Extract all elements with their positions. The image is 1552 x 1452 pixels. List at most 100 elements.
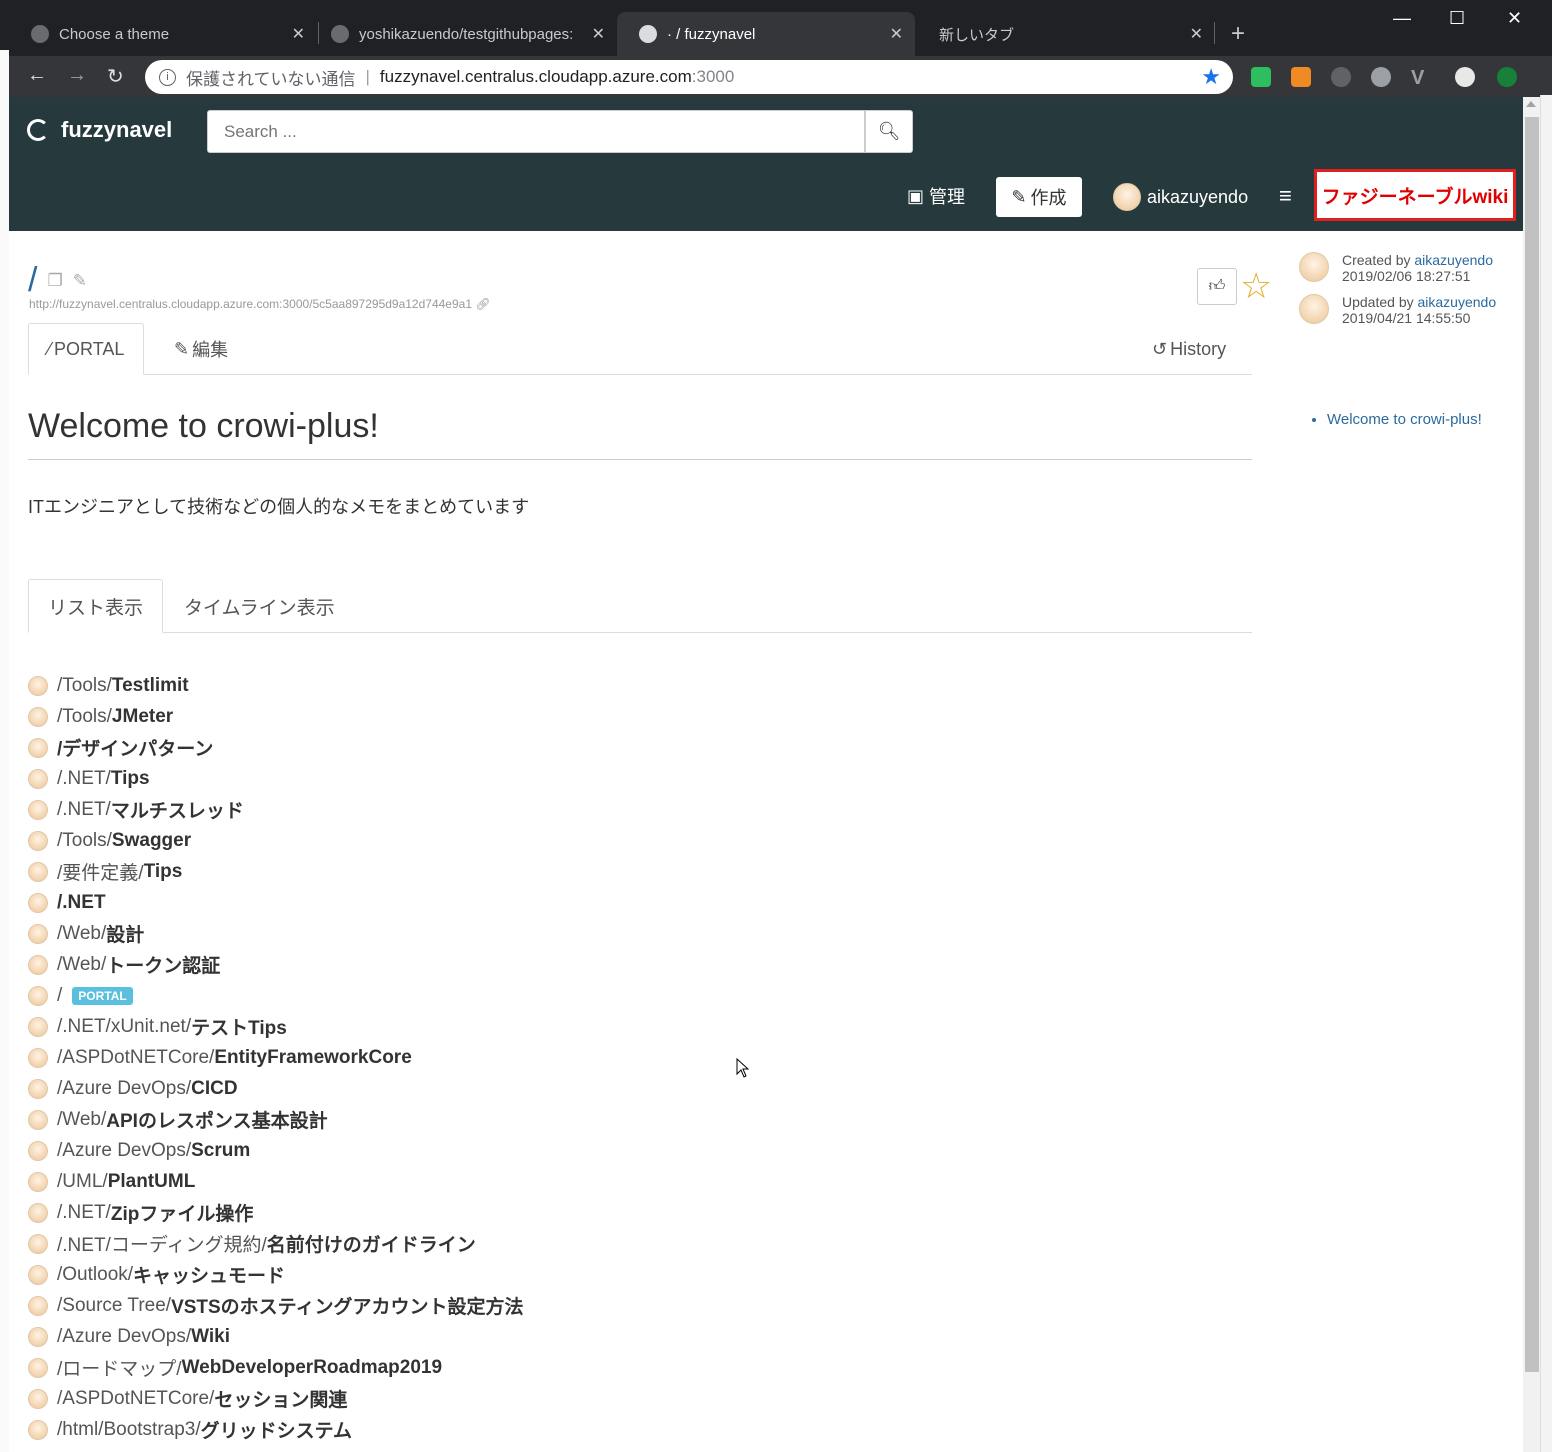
tab-edit[interactable]: ✎ 編集: [174, 323, 228, 375]
page-list-item[interactable]: /Tools/Testlimit: [28, 670, 524, 701]
bookmark-star-icon[interactable]: ☆: [1240, 265, 1272, 307]
page-path-leaf: /デザインパターン: [57, 739, 214, 760]
page-path-prefix: /Web/: [57, 1108, 107, 1130]
new-tab-button[interactable]: +: [1231, 20, 1245, 48]
page-path-link[interactable]: /: [28, 261, 37, 300]
reload-icon[interactable]: ↻: [107, 64, 124, 89]
page-path-prefix: /Source Tree/: [57, 1294, 172, 1316]
scroll-up-arrow-icon[interactable]: [1526, 101, 1536, 107]
tab-close-icon[interactable]: ✕: [1190, 24, 1203, 44]
create-label: 作成: [1030, 188, 1067, 208]
created-date: 2019/02/06 18:27:51: [1342, 268, 1471, 284]
page-list-item[interactable]: /要件定義/Tips: [28, 856, 524, 887]
page-list-item[interactable]: /デザインパターン: [28, 732, 524, 763]
extension-chat-icon[interactable]: [1371, 67, 1391, 87]
avatar: [28, 1109, 48, 1130]
page-list-item[interactable]: /Tools/JMeter: [28, 701, 524, 732]
maximize-button[interactable]: ☐: [1449, 8, 1465, 29]
crowi-logo-icon: [27, 119, 49, 141]
page-path-prefix: /.NET/: [57, 798, 111, 820]
page-list-item[interactable]: /ASPDotNETCore/セッション関連: [28, 1383, 524, 1414]
brand-name: fuzzynavel: [61, 117, 173, 142]
extension-glasses-icon[interactable]: [1331, 67, 1351, 87]
avatar: [28, 923, 48, 944]
user-menu[interactable]: aikazuyendo: [1113, 183, 1248, 211]
tab-testgithubpages[interactable]: yoshikazuendo/testgithubpages: ✕: [309, 12, 617, 56]
like-button[interactable]: 👍︎: [1197, 268, 1237, 305]
page-list-item[interactable]: /Outlook/キャッシュモード: [28, 1259, 524, 1290]
avatar: [28, 675, 48, 696]
tab-history[interactable]: ↺ History: [1152, 323, 1226, 375]
link-icon: 🔗︎: [475, 297, 491, 311]
page-list-item[interactable]: /Tools/Swagger: [28, 825, 524, 856]
page-list-item[interactable]: /.NET/コーディング規約/名前付けのガイドライン: [28, 1228, 524, 1259]
url-port: :3000: [691, 67, 735, 86]
page-path-prefix: /: [57, 984, 63, 1006]
creator-link[interactable]: aikazuyendo: [1414, 252, 1493, 268]
updater-link[interactable]: aikazuyendo: [1418, 294, 1497, 310]
page-path-prefix: /html/Bootstrap3/: [57, 1418, 201, 1440]
github-icon: [331, 25, 349, 43]
brand-link[interactable]: fuzzynavel: [27, 117, 172, 143]
page-path-leaf: キャッシュモード: [133, 1266, 286, 1287]
page-list-item[interactable]: /Web/APIのレスポンス基本設計: [28, 1104, 524, 1135]
page-list-item[interactable]: /UML/PlantUML: [28, 1166, 524, 1197]
search-button[interactable]: 🔍︎: [865, 110, 913, 153]
page-list-item[interactable]: /html/Bootstrap3/グリッドシステム: [28, 1414, 524, 1445]
page-list-item[interactable]: /.NET/xUnit.net/テストTips: [28, 1011, 524, 1042]
extension-orange-icon[interactable]: [1291, 67, 1311, 87]
copy-icon[interactable]: ❐: [47, 271, 62, 291]
tab-close-icon[interactable]: ✕: [890, 24, 903, 44]
page-list-item[interactable]: /Azure DevOps/Scrum: [28, 1135, 524, 1166]
page-list-item[interactable]: /.NET/Zipファイル操作: [28, 1197, 524, 1228]
page-list-item[interactable]: /Web/トークン認証: [28, 949, 524, 980]
tab-new-tab[interactable]: 新しいタブ ✕: [907, 12, 1215, 56]
extension-v-icon[interactable]: V: [1411, 67, 1431, 89]
search-input[interactable]: [207, 110, 865, 153]
page-list-item[interactable]: /ASPDotNETCore/EntityFrameworkCore: [28, 1042, 524, 1073]
history-icon: ↺: [1152, 338, 1168, 359]
bookmark-star-icon[interactable]: ★: [1201, 64, 1221, 90]
avatar: [28, 1326, 48, 1347]
page-list-item[interactable]: /Azure DevOps/Wiki: [28, 1321, 524, 1352]
evernote-extension-icon[interactable]: [1251, 67, 1271, 87]
page-list-item[interactable]: /Azure DevOps/CICD: [28, 1073, 524, 1104]
admin-link[interactable]: ▣ 管理: [907, 183, 965, 209]
page-list-item[interactable]: /ロードマップ/WebDeveloperRoadmap2019: [28, 1352, 524, 1383]
address-bar[interactable]: i 保護されていない通信 | fuzzynavel.centralus.clou…: [145, 60, 1233, 94]
page-list-item[interactable]: /.NET/Tips: [28, 763, 524, 794]
tab-choose-theme[interactable]: Choose a theme ✕: [9, 12, 317, 56]
page-list-item[interactable]: /.NET: [28, 887, 524, 918]
avatar: [28, 1171, 48, 1192]
permalink[interactable]: http://fuzzynavel.centralus.cloudapp.azu…: [29, 297, 491, 311]
forward-arrow-icon[interactable]: →: [67, 64, 87, 87]
page-list-item[interactable]: /Web/設計: [28, 918, 524, 949]
page-path-leaf: Tips: [110, 767, 150, 789]
browser-window: Choose a theme ✕ yoshikazuendo/testgithu…: [9, 0, 1552, 1452]
minimize-button[interactable]: —: [1393, 8, 1411, 29]
page-list-item[interactable]: /.NET/マルチスレッド: [28, 794, 524, 825]
create-button[interactable]: ✎ 作成: [996, 177, 1082, 217]
avatar: [28, 1264, 48, 1285]
crowi-icon: [639, 25, 657, 43]
edit-path-icon[interactable]: ✎: [73, 271, 87, 291]
tab-portal[interactable]: ⁄ PORTAL: [28, 323, 145, 375]
browser-toolbar: ← → ↻ i 保護されていない通信 | fuzzynavel.centralu…: [9, 56, 1552, 97]
profile-avatar-icon[interactable]: [1455, 67, 1475, 87]
back-arrow-icon[interactable]: ←: [27, 64, 47, 87]
tab-timeline-view[interactable]: タイムライン表示: [184, 579, 335, 633]
scrollbar-thumb[interactable]: [1525, 117, 1539, 1372]
update-icon[interactable]: [1497, 67, 1517, 87]
toc-item[interactable]: Welcome to crowi-plus!: [1327, 409, 1497, 431]
avatar: [28, 799, 48, 820]
close-window-button[interactable]: ✕: [1507, 8, 1522, 29]
tab-list-view[interactable]: リスト表示: [28, 579, 164, 633]
page-path-prefix: /.NET/: [57, 1201, 111, 1223]
page-list-item[interactable]: /Source Tree/VSTSのホスティングアカウント設定方法: [28, 1290, 524, 1321]
page-list-item[interactable]: / PORTAL: [28, 980, 524, 1011]
hamburger-menu-icon[interactable]: ≡: [1279, 183, 1292, 209]
tab-close-icon[interactable]: ✕: [292, 24, 305, 44]
info-icon[interactable]: i: [159, 68, 176, 86]
tab-close-icon[interactable]: ✕: [592, 24, 605, 44]
tab-fuzzynavel[interactable]: · / fuzzynavel ✕: [617, 12, 915, 56]
